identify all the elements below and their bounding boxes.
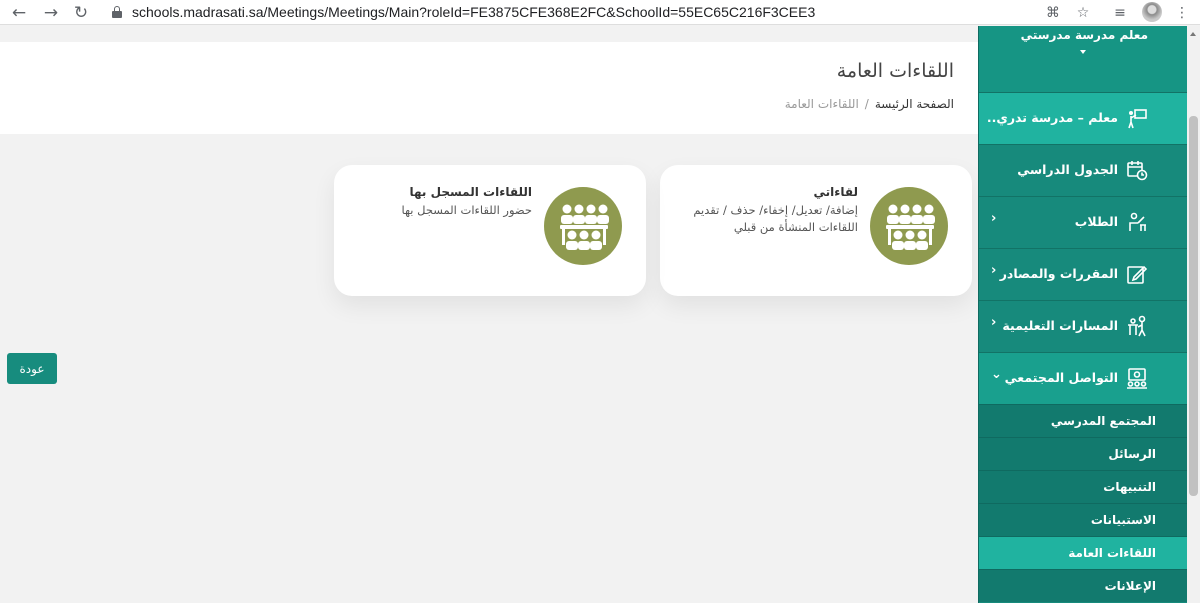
- back-arrow-icon[interactable]: ←: [8, 2, 30, 24]
- lock-icon: [112, 6, 122, 18]
- url-text[interactable]: schools.madrasati.sa/Meetings/Meetings/M…: [132, 4, 815, 20]
- sidebar: معلم مدرسة مدرستي معلم – مدرسة تدري.. ال…: [978, 26, 1188, 603]
- student-desk-icon: [1126, 211, 1148, 233]
- registered-meetings-description: حضور اللقاءات المسجل بها: [401, 203, 532, 217]
- forward-arrow-icon[interactable]: →: [40, 2, 62, 24]
- sidebar-item-learning-paths[interactable]: المسارات التعليمية ›: [979, 300, 1188, 352]
- page-title: اللقاءات العامة: [836, 60, 954, 82]
- sidebar-item-students[interactable]: الطلاب ›: [979, 196, 1188, 248]
- sidebar-subitem-label: الاستبيانات: [1090, 513, 1156, 527]
- chevron-down-icon: ⌄: [991, 367, 1002, 382]
- registered-meetings-card[interactable]: اللقاءات المسجل بها حضور اللقاءات المسجل…: [334, 165, 646, 296]
- calendar-clock-icon: [1126, 159, 1148, 181]
- teacher-class-icon: [1126, 315, 1148, 337]
- chevron-right-icon: ›: [991, 315, 997, 330]
- chevron-right-icon: ›: [991, 263, 997, 278]
- star-icon[interactable]: ☆: [1073, 3, 1093, 23]
- my-meetings-title: لقاءاتي: [813, 185, 858, 199]
- caret-down-icon: [1080, 50, 1086, 54]
- community-board-icon: [1126, 367, 1148, 389]
- sidebar-subitem-label: اللقاءات العامة: [1068, 546, 1156, 560]
- edit-document-icon: [1126, 263, 1148, 285]
- teacher-board-icon: [1126, 107, 1148, 129]
- my-meetings-card[interactable]: لقاءاتي إضافة/ تعديل/ إخفاء/ حذف / تقديم…: [660, 165, 972, 296]
- sidebar-subitem-messages[interactable]: الرسائل: [979, 437, 1188, 470]
- sidebar-subitem-label: الرسائل: [1108, 447, 1156, 461]
- role-selector[interactable]: معلم مدرسة مدرستي: [979, 26, 1188, 92]
- sidebar-subitem-alerts[interactable]: التنبيهات: [979, 470, 1188, 503]
- page-header: اللقاءات العامة الصفحة الرئيسة / اللقاءات …: [0, 42, 978, 134]
- breadcrumb-home-link[interactable]: الصفحة الرئيسة: [875, 97, 954, 111]
- media-playlist-icon[interactable]: ≡: [1110, 3, 1130, 23]
- sidebar-item-community[interactable]: التواصل المجتمعي ⌄: [979, 352, 1188, 404]
- browser-toolbar: ← → ↻ schools.madrasati.sa/Meetings/Meet…: [0, 0, 1200, 25]
- registered-meetings-title: اللقاءات المسجل بها: [409, 185, 533, 199]
- browser-menu-icon[interactable]: ⋮: [1172, 3, 1192, 23]
- role-selector-label: معلم مدرسة مدرستي: [1020, 28, 1148, 42]
- sidebar-item-label: الطلاب: [1074, 214, 1118, 229]
- meeting-group-icon: [544, 187, 622, 265]
- sidebar-item-label: المقررات والمصادر: [999, 266, 1118, 281]
- translate-icon[interactable]: ⌘: [1043, 3, 1063, 23]
- sidebar-item-schedule[interactable]: الجدول الدراسي: [979, 144, 1188, 196]
- reload-icon[interactable]: ↻: [70, 2, 92, 24]
- address-bar[interactable]: schools.madrasati.sa/Meetings/Meetings/M…: [104, 0, 1104, 25]
- sidebar-subitem-public-meetings[interactable]: اللقاءات العامة: [979, 536, 1188, 569]
- sidebar-item-label: معلم – مدرسة تدري..: [986, 110, 1118, 125]
- scroll-up-arrow-icon[interactable]: [1190, 32, 1196, 36]
- sidebar-item-label: الجدول الدراسي: [1017, 162, 1118, 177]
- sidebar-subitem-label: الإعلانات: [1104, 579, 1156, 593]
- sidebar-subitem-surveys[interactable]: الاستبيانات: [979, 503, 1188, 536]
- sidebar-item-label: التواصل المجتمعي: [1004, 370, 1118, 385]
- sidebar-subitem-label: المجتمع المدرسي: [1050, 414, 1156, 428]
- sidebar-subitem-announcements[interactable]: الإعلانات: [979, 569, 1188, 602]
- my-meetings-description: إضافة/ تعديل/ إخفاء/ حذف / تقديم اللقاءا…: [693, 203, 858, 234]
- breadcrumb-separator: /: [864, 97, 869, 111]
- sidebar-subitem-label: التنبيهات: [1103, 480, 1156, 494]
- scroll-thumb[interactable]: [1189, 116, 1198, 496]
- sidebar-item-label: المسارات التعليمية: [1002, 318, 1118, 333]
- breadcrumb-current: اللقاءات العامة: [784, 97, 859, 111]
- page-scrollbar[interactable]: [1187, 26, 1200, 603]
- sidebar-subitem-school-community[interactable]: المجتمع المدرسي: [979, 404, 1188, 437]
- breadcrumb: الصفحة الرئيسة / اللقاءات العامة: [785, 97, 954, 111]
- profile-avatar[interactable]: [1142, 2, 1162, 22]
- sidebar-item-courses[interactable]: المقررات والمصادر ›: [979, 248, 1188, 300]
- chevron-right-icon: ›: [991, 211, 997, 226]
- meeting-group-icon: [870, 187, 948, 265]
- sidebar-item-teacher-profile[interactable]: معلم – مدرسة تدري..: [979, 92, 1188, 144]
- back-button[interactable]: عودة: [7, 353, 57, 384]
